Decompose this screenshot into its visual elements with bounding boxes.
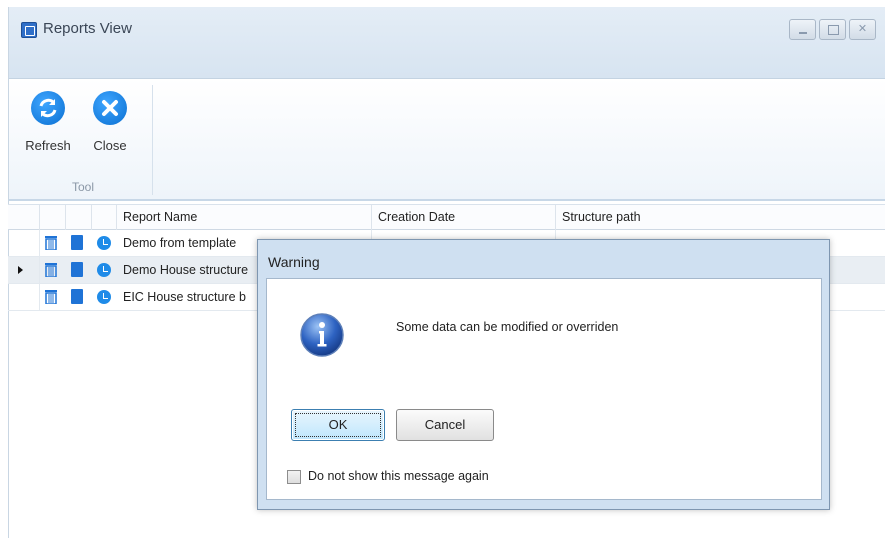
trash-icon[interactable] bbox=[45, 290, 57, 304]
window-title: Reports View bbox=[43, 20, 132, 37]
column-header-structure-path[interactable]: Structure path bbox=[556, 205, 885, 230]
report-book-icon[interactable] bbox=[71, 289, 83, 304]
clock-icon[interactable] bbox=[97, 263, 111, 277]
row-indicator-cell bbox=[8, 230, 40, 256]
clock-icon[interactable] bbox=[97, 236, 111, 250]
window-controls: ✕ bbox=[789, 19, 876, 40]
refresh-icon bbox=[31, 91, 65, 125]
clock-icon[interactable] bbox=[97, 290, 111, 304]
ribbon-group-tool: Refresh Close Tool bbox=[13, 85, 153, 195]
do-not-show-label[interactable]: Do not show this message again bbox=[308, 469, 489, 483]
header-icon-cell bbox=[92, 205, 117, 230]
trash-icon[interactable] bbox=[45, 236, 57, 250]
maximize-button[interactable] bbox=[819, 19, 846, 40]
app-icon bbox=[21, 22, 37, 38]
close-icon bbox=[93, 91, 127, 125]
refresh-button[interactable]: Refresh bbox=[19, 91, 77, 153]
title-bar: Reports View ✕ bbox=[9, 7, 885, 79]
column-header-creation-date[interactable]: Creation Date bbox=[372, 205, 556, 230]
refresh-label: Refresh bbox=[25, 138, 71, 153]
header-icon-cell bbox=[40, 205, 66, 230]
cancel-button[interactable]: Cancel bbox=[396, 409, 494, 441]
row-indicator-cell bbox=[8, 284, 40, 310]
info-icon bbox=[300, 313, 344, 357]
report-book-icon[interactable] bbox=[71, 262, 83, 277]
column-header-report-name[interactable]: Report Name bbox=[117, 205, 372, 230]
header-icon-cell bbox=[66, 205, 92, 230]
dialog-message: Some data can be modified or overriden bbox=[396, 320, 619, 334]
warning-dialog: Warning Some data can be modified or ove… bbox=[257, 239, 830, 510]
ribbon-group-label: Tool bbox=[71, 180, 94, 194]
dialog-title: Warning bbox=[268, 254, 320, 270]
minimize-button[interactable] bbox=[789, 19, 816, 40]
row-indicator-cell bbox=[8, 257, 40, 283]
dialog-body: Some data can be modified or overriden O… bbox=[266, 278, 822, 500]
focus-ring bbox=[295, 413, 381, 437]
do-not-show-checkbox[interactable] bbox=[287, 470, 301, 484]
ribbon-toolbar: Refresh Close Tool bbox=[9, 79, 885, 201]
close-window-button[interactable]: ✕ bbox=[849, 19, 876, 40]
trash-icon[interactable] bbox=[45, 263, 57, 277]
header-indicator-cell bbox=[8, 205, 40, 230]
grid-header: Report Name Creation Date Structure path bbox=[8, 204, 885, 230]
report-book-icon[interactable] bbox=[71, 235, 83, 250]
ok-button[interactable]: OK bbox=[291, 409, 385, 441]
close-label: Close bbox=[93, 138, 127, 153]
row-selector-arrow-icon bbox=[18, 266, 23, 274]
close-button[interactable]: Close bbox=[81, 91, 139, 153]
